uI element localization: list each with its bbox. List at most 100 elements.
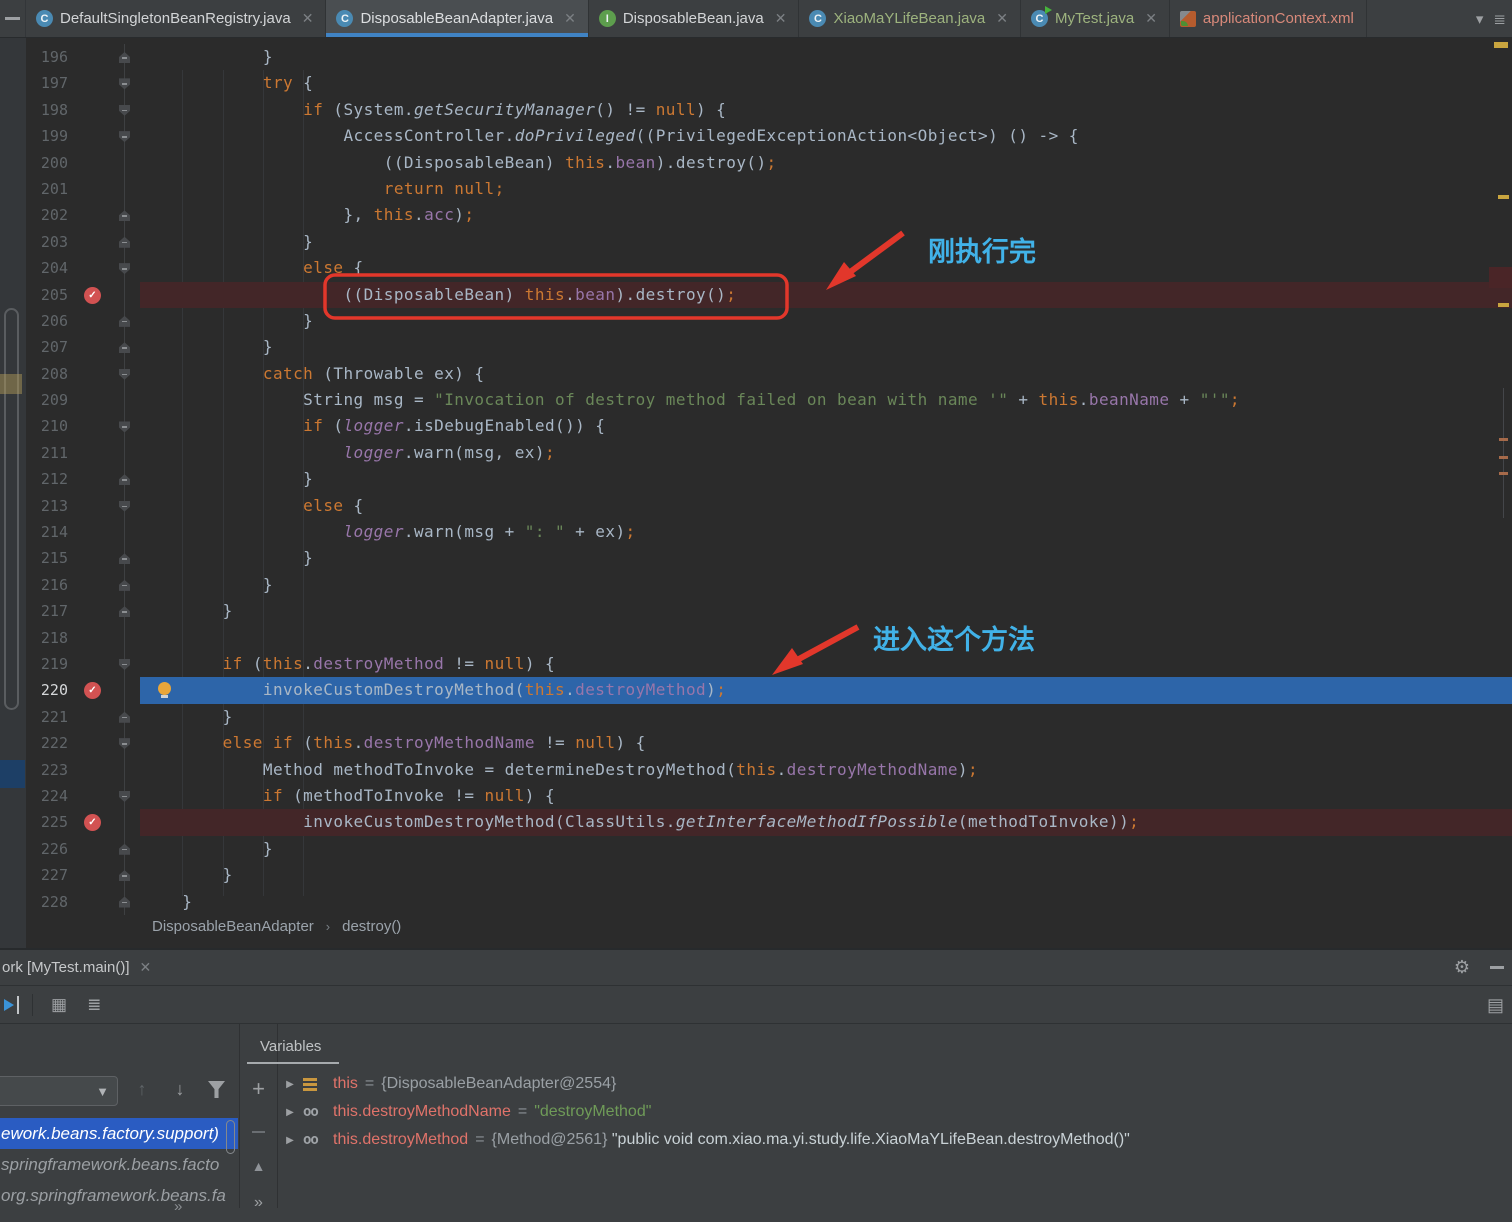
code-text[interactable]: } [140,308,1512,334]
breakpoint-gutter[interactable] [76,493,110,519]
grid-layout-icon[interactable]: ▦ [51,995,67,1015]
breadcrumb-class[interactable]: DisposableBeanAdapter [152,918,314,935]
fold-marker-icon[interactable] [119,315,130,327]
editor-tab[interactable]: C DisposableBeanAdapter.java ✕ [326,0,589,37]
code-text[interactable]: else { [140,493,1512,519]
stack-frame[interactable]: ework.beans.factory.support) [0,1118,238,1149]
breakpoint-gutter[interactable] [76,387,110,413]
breakpoint-gutter[interactable] [76,730,110,756]
breadcrumb-method[interactable]: destroy() [342,918,401,935]
code-line[interactable]: 200 ((DisposableBean) this.bean).destroy… [0,149,1512,176]
breakpoint-gutter[interactable] [76,889,110,915]
fold-marker-icon[interactable] [119,658,130,670]
breakpoint-gutter[interactable] [76,44,110,70]
code-line[interactable]: 212 } [0,466,1512,493]
fold-marker-icon[interactable] [119,104,130,116]
window-minimize-icon[interactable] [0,0,26,37]
code-text[interactable]: String msg = "Invocation of destroy meth… [140,387,1512,413]
threads-combobox[interactable]: ▼ [0,1076,118,1106]
editor-scrollbar-track[interactable] [1503,388,1504,518]
code-text[interactable]: return null; [140,176,1512,202]
code-line[interactable]: 215 } [0,545,1512,572]
editor-tab[interactable]: applicationContext.xml [1170,0,1367,37]
add-watch-button[interactable]: + [240,1076,277,1102]
breakpoint-gutter[interactable] [76,202,110,228]
code-text[interactable]: else if (this.destroyMethodName != null)… [140,730,1512,756]
fold-marker-icon[interactable] [119,52,130,63]
close-icon[interactable]: ✕ [564,10,576,27]
fold-marker-icon[interactable] [119,210,130,222]
code-line[interactable]: 208 catch (Throwable ex) { [0,360,1512,388]
tab-variables[interactable]: Variables [260,1038,321,1055]
code-line[interactable]: 198 if (System.getSecurityManager() != n… [0,96,1512,124]
code-line[interactable]: 223 Method methodToInvoke = determineDes… [0,756,1512,783]
code-line[interactable]: 211 logger.warn(msg, ex); [0,439,1512,467]
frame-down-icon[interactable]: ↓ [168,1076,192,1102]
code-line[interactable]: 209 String msg = "Invocation of destroy … [0,387,1512,414]
fold-marker-icon[interactable] [119,263,130,275]
breakpoint-gutter[interactable] [76,572,110,598]
code-line[interactable]: 219 if (this.destroyMethod != null) { [0,650,1512,678]
variable-row[interactable]: ▶ oo this.destroyMethodName = "destroyMethod… [277,1098,1512,1126]
code-line[interactable]: 207 } [0,334,1512,361]
code-text[interactable]: } [140,229,1512,255]
breakpoint-icon[interactable]: ✓ [84,286,101,304]
code-text[interactable]: else { [140,255,1512,281]
code-line[interactable]: 224 if (methodToInvoke != null) { [0,782,1512,810]
breakpoint-gutter[interactable] [76,862,110,888]
breakpoint-gutter[interactable] [76,545,110,571]
code-text[interactable]: ((DisposableBean) this.bean).destroy(); [140,281,1512,308]
filter-funnel-icon[interactable] [208,1081,225,1098]
stripe-scrollbar-thumb[interactable] [4,308,19,710]
close-icon[interactable]: ✕ [302,10,314,27]
fold-marker-icon[interactable] [119,553,130,565]
code-text[interactable]: } [140,334,1512,360]
code-line[interactable]: 202 }, this.acc); [0,202,1512,229]
code-text[interactable]: } [140,704,1512,730]
error-stripe-mark[interactable] [1498,195,1509,199]
code-line[interactable]: 220 ✓ invokeCustomDestroyMethod(this.dest… [0,677,1512,704]
code-line[interactable]: 196 } [0,44,1512,71]
code-text[interactable]: if (methodToInvoke != null) { [140,783,1512,809]
code-text[interactable]: ((DisposableBean) this.bean).destroy(); [140,150,1512,176]
breakpoint-gutter[interactable] [76,413,110,439]
code-line[interactable]: 222 else if (this.destroyMethodName != n… [0,730,1512,757]
fold-marker-icon[interactable] [119,131,130,143]
code-line[interactable]: 213 else { [0,492,1512,520]
fold-marker-icon[interactable] [119,500,130,512]
code-text[interactable]: logger.warn(msg + ": " + ex); [140,519,1512,545]
breakpoint-gutter[interactable] [76,836,110,862]
breakpoint-gutter[interactable] [76,255,110,281]
code-text[interactable]: if (this.destroyMethod != null) { [140,651,1512,677]
frames-overflow-icon[interactable]: » [174,1198,182,1215]
tab-list-icon[interactable]: ≣ [1493,10,1506,28]
breakpoint-gutter[interactable] [76,651,110,677]
breakpoint-gutter[interactable] [76,97,110,123]
breakpoint-icon[interactable]: ✓ [84,682,101,700]
error-stripe-mark[interactable] [1499,456,1508,459]
variable-row[interactable]: ▶ this = {DisposableBeanAdapter@2554} [277,1070,1512,1098]
close-icon[interactable]: ✕ [1145,10,1157,27]
code-line[interactable]: 197 try { [0,70,1512,97]
editor-tab[interactable]: I DisposableBean.java ✕ [589,0,800,37]
expand-arrow-icon[interactable]: ▶ [277,1107,303,1118]
code-line[interactable]: 217 } [0,598,1512,625]
code-text[interactable]: } [140,889,1512,915]
show-execution-point-icon[interactable] [4,996,24,1014]
stack-frame[interactable]: springframework.beans.facto [0,1149,238,1180]
watch-more-button[interactable]: » [240,1194,277,1212]
breakpoint-gutter[interactable] [76,334,110,360]
variable-row[interactable]: ▶ oo this.destroyMethod = {Method@2561} "pub… [277,1126,1512,1154]
breakpoint-gutter[interactable] [76,150,110,176]
code-line[interactable]: 199 AccessController.doPrivileged((Privi… [0,123,1512,150]
error-stripe-mark[interactable] [1499,472,1508,475]
remove-watch-button[interactable] [240,1120,277,1138]
code-text[interactable]: } [140,598,1512,624]
close-icon[interactable]: ✕ [775,10,787,27]
code-text[interactable]: } [140,466,1512,492]
code-text[interactable]: invokeCustomDestroyMethod(ClassUtils.get… [140,809,1512,836]
breakpoint-gutter[interactable] [76,625,110,651]
fold-marker-icon[interactable] [119,368,130,380]
frames-scrollbar-thumb[interactable] [226,1120,235,1154]
debug-session-tab[interactable]: ork [MyTest.main()] ✕ [0,959,151,976]
